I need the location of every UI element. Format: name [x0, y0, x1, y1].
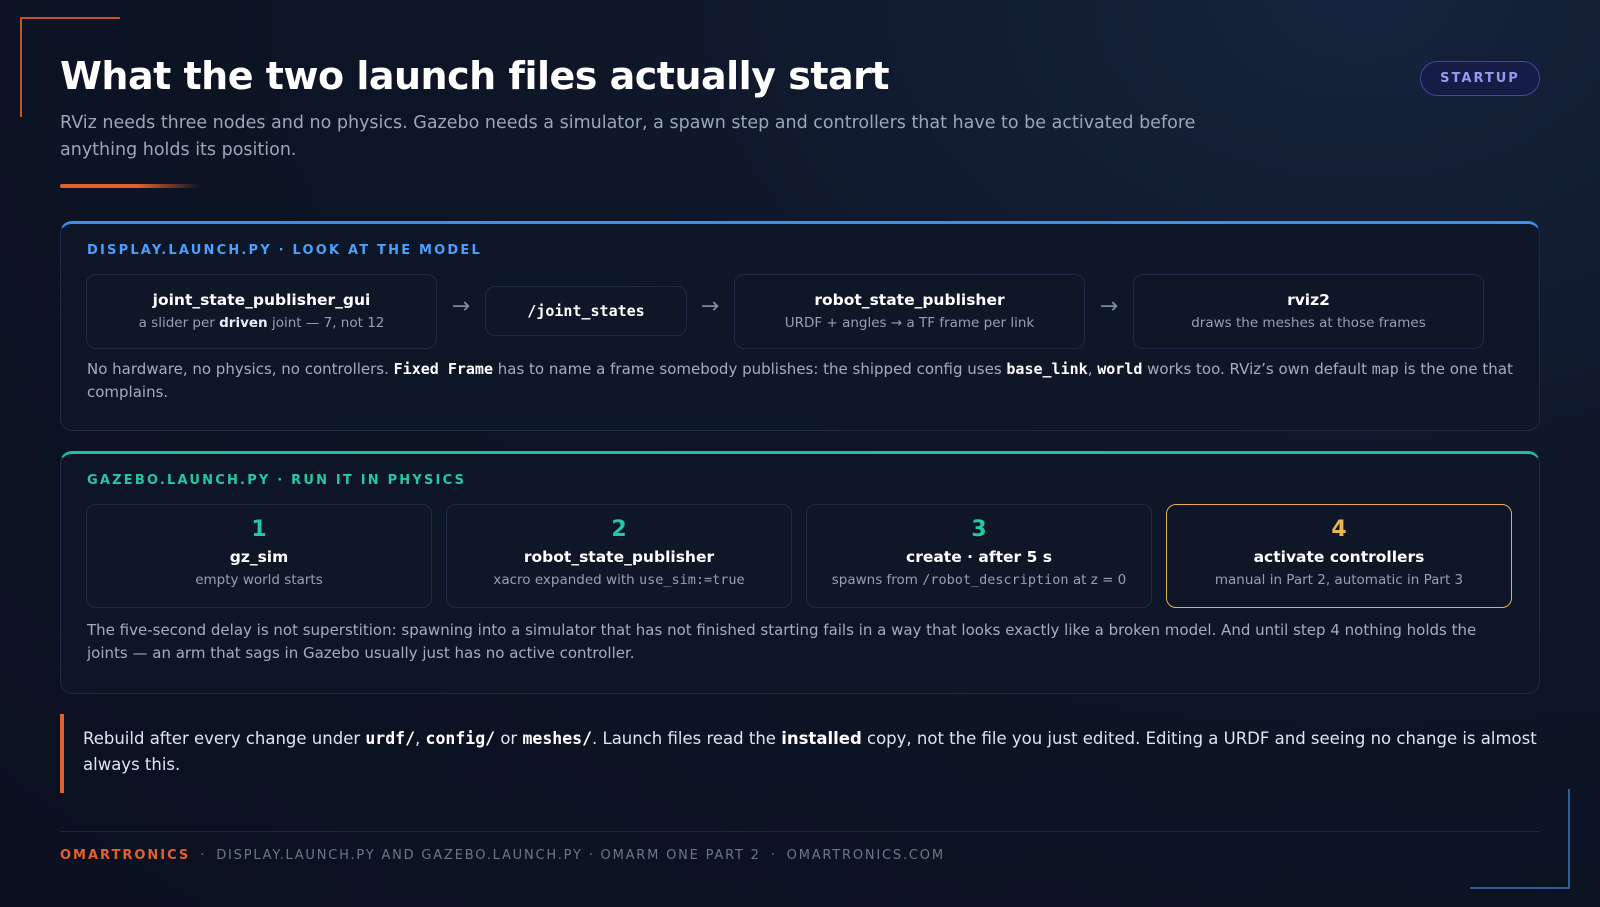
node-subtitle: draws the meshes at those frames: [1191, 315, 1426, 331]
node-joint-states-topic: /joint_states: [485, 286, 687, 336]
title-underline: [60, 184, 200, 188]
footer-text: DISPLAY.LAUNCH.PY AND GAZEBO.LAUNCH.PY ·…: [216, 848, 761, 863]
step-subtitle: empty world starts: [195, 572, 323, 588]
step-title: gz_sim: [229, 548, 289, 566]
footer-brand: OMARTRONICS: [60, 848, 191, 863]
display-panel-note: No hardware, no physics, no controllers.…: [87, 360, 1513, 401]
gazebo-panel-note: The five-second delay is not superstitio…: [87, 621, 1477, 662]
display-panel-label: DISPLAY.LAUNCH.PY · LOOK AT THE MODEL: [87, 243, 482, 258]
step-subtitle: spawns from /robot_description at z = 0: [831, 572, 1127, 588]
step-title: robot_state_publisher: [523, 548, 715, 566]
flow-arrow-icon: →: [451, 294, 471, 319]
node-rviz2: rviz2 draws the meshes at those frames: [1133, 274, 1484, 349]
node-title: rviz2: [1287, 291, 1330, 309]
topic-title: /joint_states: [527, 302, 645, 320]
footer: OMARTRONICS · DISPLAY.LAUNCH.PY AND GAZEBO…: [60, 848, 945, 863]
step-card-4-highlighted: 4 activate controllers manual in Part 2,…: [1166, 504, 1512, 608]
startup-badge: STARTUP: [1420, 61, 1540, 96]
node-joint-state-publisher-gui: joint_state_publisher_gui a slider per d…: [86, 274, 437, 349]
flow-arrow-icon: →: [1099, 294, 1119, 319]
node-title: joint_state_publisher_gui: [152, 291, 371, 309]
rebuild-callout: Rebuild after every change under urdf/, …: [60, 714, 1540, 793]
page-title: What the two launch files actually start: [60, 54, 890, 98]
corner-accent-bottom-right: [1470, 789, 1570, 889]
footer-separator: ·: [200, 848, 207, 863]
flow-arrow-icon: →: [700, 294, 720, 319]
step-card-3: 3 create · after 5 s spawns from /robot_…: [806, 504, 1152, 608]
step-card-2: 2 robot_state_publisher xacro expanded w…: [446, 504, 792, 608]
step-number: 1: [251, 517, 267, 542]
step-title: activate controllers: [1253, 548, 1425, 566]
step-title: create · after 5 s: [906, 548, 1052, 566]
step-number: 3: [971, 517, 987, 542]
gazebo-launch-panel: GAZEBO.LAUNCH.PY · RUN IT IN PHYSICS 1 g…: [60, 451, 1540, 694]
footer-site: OMARTRONICS.COM: [786, 848, 945, 863]
step-subtitle: manual in Part 2, automatic in Part 3: [1214, 572, 1464, 588]
step-number: 2: [611, 517, 627, 542]
footer-separator: ·: [770, 848, 777, 863]
step-number: 4: [1331, 517, 1347, 542]
gazebo-panel-label: GAZEBO.LAUNCH.PY · RUN IT IN PHYSICS: [87, 473, 467, 488]
page-subtitle: RViz needs three nodes and no physics. G…: [60, 113, 1196, 160]
node-robot-state-publisher: robot_state_publisher URDF + angles → a …: [734, 274, 1085, 349]
node-subtitle: URDF + angles → a TF frame per link: [784, 315, 1035, 331]
node-title: robot_state_publisher: [814, 291, 1005, 309]
display-launch-panel: DISPLAY.LAUNCH.PY · LOOK AT THE MODEL jo…: [60, 221, 1540, 431]
step-subtitle: xacro expanded with use_sim:=true: [493, 572, 745, 588]
node-subtitle: a slider per driven joint — 7, not 12: [138, 315, 385, 331]
step-card-1: 1 gz_sim empty world starts: [86, 504, 432, 608]
footer-divider: [60, 831, 1540, 832]
